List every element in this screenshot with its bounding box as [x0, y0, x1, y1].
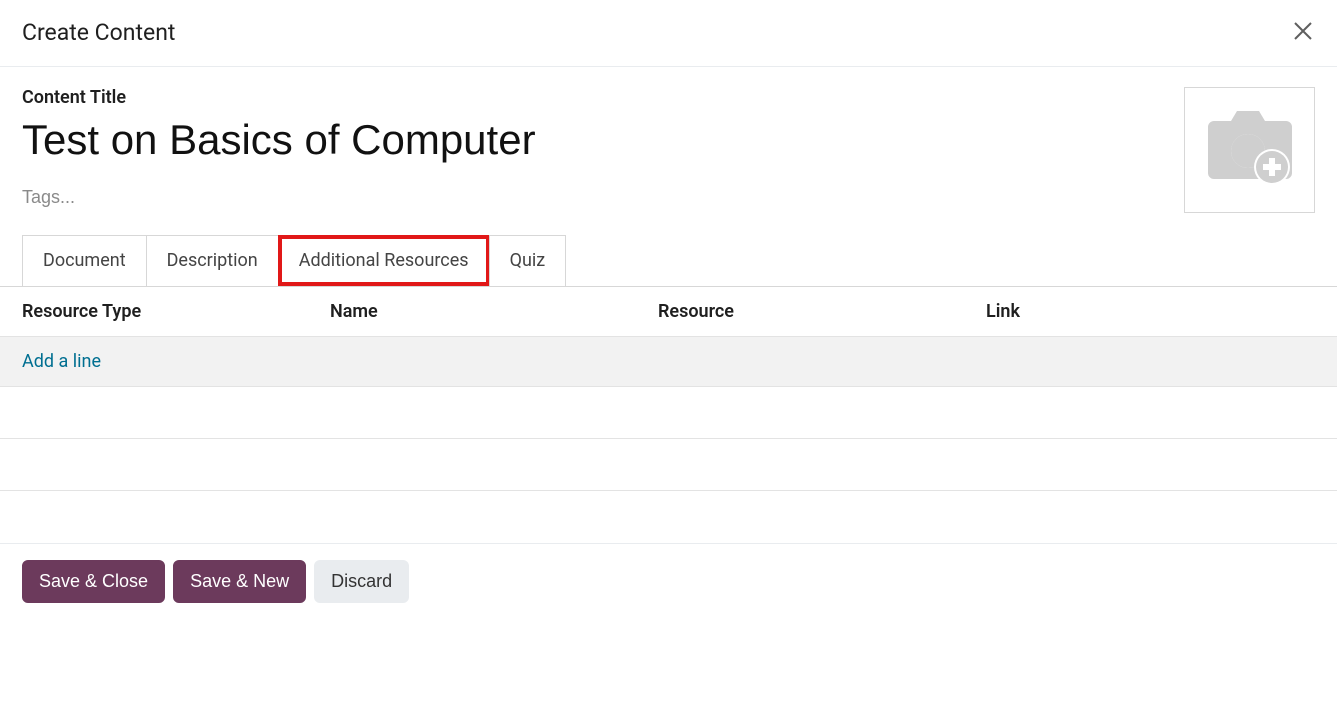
- table-row: [0, 491, 1337, 543]
- tabs: Document Description Additional Resource…: [22, 235, 1315, 286]
- save-close-button[interactable]: Save & Close: [22, 560, 165, 603]
- table-row: [0, 387, 1337, 439]
- camera-add-icon: [1204, 109, 1296, 191]
- close-icon: [1293, 16, 1313, 47]
- content-title-label: Content Title: [22, 87, 1164, 108]
- modal-title: Create Content: [22, 19, 175, 46]
- title-row: Content Title: [22, 87, 1315, 213]
- col-link: Link: [986, 301, 1315, 322]
- discard-button[interactable]: Discard: [314, 560, 409, 603]
- col-name: Name: [330, 301, 658, 322]
- table-row: [0, 439, 1337, 491]
- tags-input[interactable]: [22, 187, 322, 208]
- col-resource: Resource: [658, 301, 986, 322]
- tab-document[interactable]: Document: [22, 235, 147, 286]
- save-new-button[interactable]: Save & New: [173, 560, 306, 603]
- modal-footer: Save & Close Save & New Discard: [0, 543, 1337, 621]
- modal-header: Create Content: [0, 0, 1337, 67]
- tab-additional-resources[interactable]: Additional Resources: [278, 235, 490, 286]
- tab-quiz[interactable]: Quiz: [489, 235, 567, 286]
- content-title-input[interactable]: [22, 112, 1164, 173]
- tab-description[interactable]: Description: [146, 235, 279, 286]
- col-resource-type: Resource Type: [22, 301, 330, 322]
- close-button[interactable]: [1291, 18, 1315, 46]
- add-line-link[interactable]: Add a line: [22, 351, 101, 372]
- image-upload[interactable]: [1184, 87, 1315, 213]
- title-area: Content Title: [22, 87, 1164, 208]
- add-line-row: Add a line: [0, 336, 1337, 387]
- table-header-row: Resource Type Name Resource Link: [0, 287, 1337, 336]
- modal-body: Content Title Document Description Addit: [0, 67, 1337, 286]
- resources-table: Resource Type Name Resource Link Add a l…: [0, 286, 1337, 543]
